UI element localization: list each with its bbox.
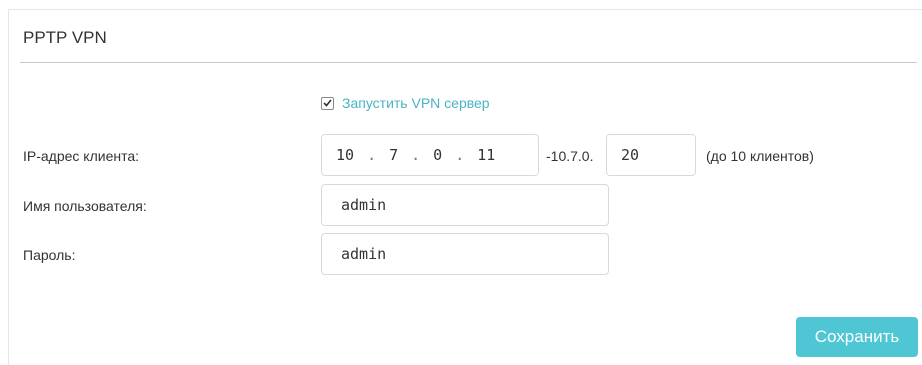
password-input[interactable]: admin [321, 233, 609, 275]
ip-separator: . [367, 146, 377, 164]
save-button[interactable]: Сохранить [796, 317, 918, 357]
ip-octet-2[interactable]: 7 [389, 146, 398, 164]
ip-separator: . [411, 146, 421, 164]
password-label: Пароль: [23, 247, 76, 263]
enable-vpn-label[interactable]: Запустить VPN сервер [342, 95, 490, 111]
ip-octet-3[interactable]: 0 [433, 146, 442, 164]
ip-range-end-input[interactable]: 20 [606, 134, 696, 176]
title-divider [20, 62, 917, 63]
ip-range-end-value[interactable]: 20 [621, 146, 639, 164]
checkmark-icon [323, 99, 332, 107]
ip-range-prefix: -10.7.0. [546, 148, 594, 164]
enable-vpn-row[interactable]: Запустить VPN сервер [321, 95, 490, 111]
ip-octet-4[interactable]: 11 [477, 146, 495, 164]
enable-vpn-checkbox[interactable] [321, 96, 334, 110]
password-value[interactable]: admin [341, 245, 386, 263]
section-title: PPTP VPN [23, 28, 107, 47]
ip-octet-1[interactable]: 10 [336, 146, 354, 164]
ip-separator: . [455, 146, 465, 164]
client-ip-input[interactable]: 10 . 7 . 0 . 11 [321, 134, 539, 176]
username-value[interactable]: admin [341, 196, 386, 214]
username-input[interactable]: admin [321, 184, 609, 226]
username-label: Имя пользователя: [23, 198, 147, 214]
client-limit-hint: (до 10 клиентов) [706, 148, 814, 164]
client-ip-label: IP-адрес клиента: [23, 148, 140, 164]
